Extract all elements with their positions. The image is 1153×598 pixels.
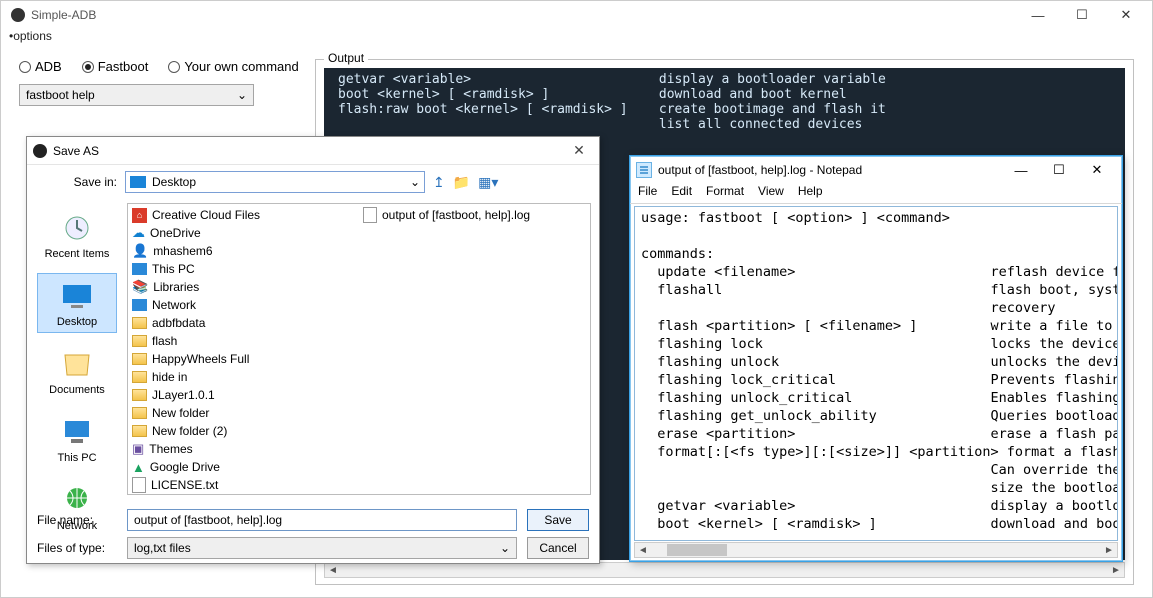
chevron-down-icon: ⌄: [237, 88, 247, 102]
file-item[interactable]: adbfbdata: [132, 314, 355, 332]
np-close-button[interactable]: ✕: [1078, 162, 1116, 178]
filetype-label: Files of type:: [37, 541, 117, 555]
np-menu-edit[interactable]: Edit: [671, 184, 692, 203]
file-item[interactable]: New folder: [132, 404, 355, 422]
file-item[interactable]: HappyWheels Full: [132, 350, 355, 368]
file-item[interactable]: LICENSE.txt: [132, 476, 355, 494]
save-as-dialog: Save AS ✕ Save in: Desktop ⌄ ↥ 📁 ▦▾ Rece…: [26, 136, 600, 564]
maximize-button[interactable]: ☐: [1060, 1, 1104, 29]
this-pc-icon: [55, 414, 99, 450]
saveas-icon: [33, 144, 47, 158]
notepad-window: output of [fastboot, help].log - Notepad…: [629, 155, 1123, 562]
savein-label: Save in:: [37, 175, 117, 189]
file-item[interactable]: ⌂Creative Cloud Files: [132, 206, 355, 224]
file-item[interactable]: ▣Themes: [132, 440, 355, 458]
scroll-thumb[interactable]: [667, 544, 727, 556]
np-minimize-button[interactable]: —: [1002, 163, 1040, 178]
notepad-textarea[interactable]: usage: fastboot [ <option> ] <command> c…: [634, 206, 1118, 541]
filename-input[interactable]: output of [fastboot, help].log: [127, 509, 517, 531]
app-icon: [11, 8, 25, 22]
saveas-title: Save AS: [53, 144, 99, 158]
np-menu-file[interactable]: File: [638, 184, 657, 203]
file-item[interactable]: flash: [132, 332, 355, 350]
filename-label: File name:: [37, 513, 117, 527]
scroll-right-icon[interactable]: ►: [1108, 565, 1124, 576]
places-bar: Recent ItemsDesktopDocumentsThis PCNetwo…: [27, 199, 127, 499]
save-button[interactable]: Save: [527, 509, 589, 531]
file-item[interactable]: JLayer1.0.1: [132, 386, 355, 404]
notepad-title: output of [fastboot, help].log - Notepad: [658, 163, 862, 177]
file-item[interactable]: ☁OneDrive: [132, 224, 355, 242]
chevron-down-icon: ⌄: [500, 541, 510, 555]
place-network[interactable]: Network: [37, 477, 117, 537]
place-recent-items[interactable]: Recent Items: [37, 205, 117, 265]
np-menu-view[interactable]: View: [758, 184, 784, 203]
file-item[interactable]: Network: [132, 296, 355, 314]
scroll-right-icon[interactable]: ►: [1101, 545, 1117, 556]
command-combo[interactable]: fastboot help ⌄: [19, 84, 254, 106]
file-item[interactable]: New folder (2): [132, 422, 355, 440]
scroll-left-icon[interactable]: ◄: [635, 545, 651, 556]
file-item[interactable]: hide in: [132, 368, 355, 386]
file-item[interactable]: output of [fastboot, help].log: [363, 206, 586, 224]
desktop-icon: [130, 176, 146, 188]
np-menu-help[interactable]: Help: [798, 184, 823, 203]
main-titlebar[interactable]: Simple-ADB — ☐ ✕: [1, 1, 1152, 29]
notepad-icon: [636, 162, 652, 178]
saveas-close-button[interactable]: ✕: [559, 142, 599, 159]
np-menu-format[interactable]: Format: [706, 184, 744, 203]
minimize-button[interactable]: —: [1016, 1, 1060, 29]
file-item[interactable]: ▲Google Drive: [132, 458, 355, 476]
new-folder-icon[interactable]: 📁: [453, 174, 470, 191]
saveas-titlebar[interactable]: Save AS ✕: [27, 137, 599, 165]
file-item[interactable]: 📚Libraries: [132, 278, 355, 296]
main-menubar[interactable]: •options: [1, 29, 1152, 47]
place-documents[interactable]: Documents: [37, 341, 117, 401]
radio-own[interactable]: Your own command: [168, 59, 298, 74]
notepad-menubar[interactable]: File Edit Format View Help: [630, 184, 1122, 204]
filetype-combo[interactable]: log,txt files ⌄: [127, 537, 517, 559]
documents-icon: [55, 346, 99, 382]
up-one-level-icon[interactable]: ↥: [433, 174, 445, 191]
np-maximize-button[interactable]: ☐: [1040, 162, 1078, 178]
place-this-pc[interactable]: This PC: [37, 409, 117, 469]
chevron-down-icon: ⌄: [410, 175, 420, 189]
app-title: Simple-ADB: [31, 8, 96, 22]
desktop-icon: [55, 278, 99, 314]
notepad-hscrollbar[interactable]: ◄ ►: [634, 542, 1118, 558]
recent-items-icon: [55, 210, 99, 246]
cancel-button[interactable]: Cancel: [527, 537, 589, 559]
savein-combo[interactable]: Desktop ⌄: [125, 171, 425, 193]
close-button[interactable]: ✕: [1104, 1, 1148, 29]
place-desktop[interactable]: Desktop: [37, 273, 117, 333]
radio-adb[interactable]: ADB: [19, 59, 62, 74]
file-item[interactable]: This PC: [132, 260, 355, 278]
file-item[interactable]: 👤mhashem6: [132, 242, 355, 260]
notepad-titlebar[interactable]: output of [fastboot, help].log - Notepad…: [630, 156, 1122, 184]
radio-fastboot[interactable]: Fastboot: [82, 59, 149, 74]
file-list-pane[interactable]: ⌂Creative Cloud Files☁OneDrive👤mhashem6T…: [127, 203, 591, 495]
output-legend: Output: [324, 51, 368, 65]
view-menu-icon[interactable]: ▦▾: [478, 174, 498, 191]
